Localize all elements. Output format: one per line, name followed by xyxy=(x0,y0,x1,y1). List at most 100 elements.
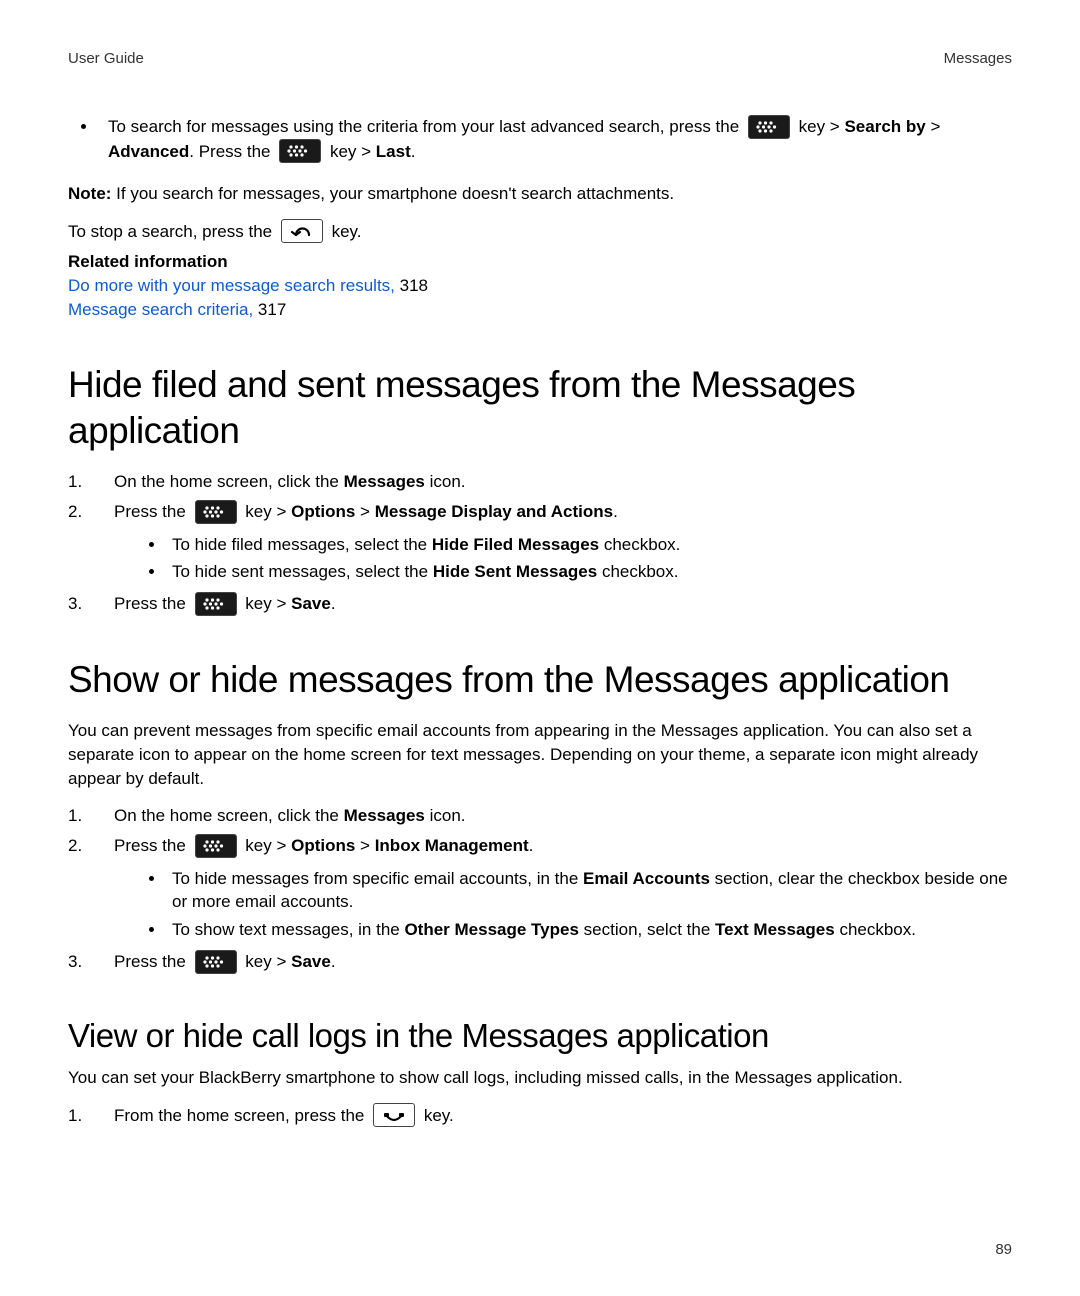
page-number: 89 xyxy=(995,1239,1012,1260)
text: Other Message Types xyxy=(404,920,578,939)
text: . xyxy=(331,952,336,971)
section-intro: You can prevent messages from specific e… xyxy=(68,719,1012,790)
sub-bullet-list: To hide messages from specific email acc… xyxy=(114,867,1012,942)
note-text: If you search for messages, your smartph… xyxy=(111,184,674,203)
bb-key-icon xyxy=(748,115,790,139)
text: . xyxy=(331,594,336,613)
text: On the home screen, click the xyxy=(114,806,344,825)
header-right: Messages xyxy=(944,48,1012,69)
section-heading-hide-filed-sent: Hide filed and sent messages from the Me… xyxy=(68,362,1012,455)
text: To show text messages, in the xyxy=(172,920,404,939)
related-item: Message search criteria, 317 xyxy=(68,298,1012,322)
text: Press the xyxy=(114,502,191,521)
text: Email Accounts xyxy=(583,869,710,888)
page: User Guide Messages To search for messag… xyxy=(0,0,1080,1296)
text: icon. xyxy=(425,472,466,491)
related-page: 318 xyxy=(395,276,428,295)
related-link[interactable]: Do more with your message search results… xyxy=(68,276,395,295)
text: Messages xyxy=(344,472,425,491)
text: Press the xyxy=(114,952,191,971)
sub-bullet-item: To show text messages, in the Other Mess… xyxy=(166,918,1012,942)
related-info: Related information Do more with your me… xyxy=(68,250,1012,321)
back-key-icon xyxy=(281,219,323,243)
related-item: Do more with your message search results… xyxy=(68,274,1012,298)
sub-bullet-item: To hide filed messages, select the Hide … xyxy=(166,533,1012,557)
note-label: Note: xyxy=(68,184,111,203)
steps-list: On the home screen, click the Messages i… xyxy=(68,470,1012,616)
text: Last xyxy=(376,142,411,161)
text: key > xyxy=(325,142,376,161)
text: On the home screen, click the xyxy=(114,472,344,491)
text: Message Display and Actions xyxy=(375,502,613,521)
top-bullet-list: To search for messages using the criteri… xyxy=(68,115,1012,164)
text: Inbox Management xyxy=(375,836,529,855)
text: Press the xyxy=(114,594,191,613)
text: To hide sent messages, select the xyxy=(172,562,433,581)
text: Messages xyxy=(344,806,425,825)
text: key > xyxy=(241,952,292,971)
section-heading-view-hide-call-logs: View or hide call logs in the Messages a… xyxy=(68,1015,1012,1056)
related-link[interactable]: Message search criteria, xyxy=(68,300,253,319)
stop-search-line: To stop a search, press the key. xyxy=(68,220,1012,245)
text: key. xyxy=(419,1106,454,1125)
step-item: On the home screen, click the Messages i… xyxy=(68,804,1012,828)
text: key > xyxy=(241,836,292,855)
text: Options xyxy=(291,836,355,855)
text: icon. xyxy=(425,806,466,825)
section-intro: You can set your BlackBerry smartphone t… xyxy=(68,1066,1012,1090)
sub-bullet-item: To hide messages from specific email acc… xyxy=(166,867,1012,915)
text: checkbox. xyxy=(599,535,680,554)
text: Search by xyxy=(844,117,925,136)
text: . xyxy=(529,836,534,855)
text: To search for messages using the criteri… xyxy=(108,117,744,136)
text: Press the xyxy=(114,836,191,855)
text: Hide Sent Messages xyxy=(433,562,597,581)
header-left: User Guide xyxy=(68,48,144,69)
section-heading-show-hide-messages: Show or hide messages from the Messages … xyxy=(68,657,1012,703)
text: key > xyxy=(241,594,292,613)
text: To stop a search, press the xyxy=(68,222,277,241)
note-paragraph: Note: If you search for messages, your s… xyxy=(68,182,1012,206)
step-item: Press the key > Options > Inbox Manageme… xyxy=(68,834,1012,942)
text: . xyxy=(411,142,416,161)
text: Text Messages xyxy=(715,920,835,939)
sub-bullet-list: To hide filed messages, select the Hide … xyxy=(114,533,1012,585)
steps-list: On the home screen, click the Messages i… xyxy=(68,804,1012,974)
text: Advanced xyxy=(108,142,189,161)
text: From the home screen, press the xyxy=(114,1106,369,1125)
text: Save xyxy=(291,594,331,613)
header-row: User Guide Messages xyxy=(68,48,1012,69)
text: . Press the xyxy=(189,142,275,161)
bb-key-icon xyxy=(195,500,237,524)
text: To hide messages from specific email acc… xyxy=(172,869,583,888)
text: section, selct the xyxy=(579,920,715,939)
step-item: Press the key > Save. xyxy=(68,950,1012,975)
top-bullet-item: To search for messages using the criteri… xyxy=(98,115,1012,164)
text: Hide Filed Messages xyxy=(432,535,599,554)
text: . xyxy=(613,502,618,521)
bb-key-icon xyxy=(195,834,237,858)
step-item: Press the key > Options > Message Displa… xyxy=(68,500,1012,584)
related-heading: Related information xyxy=(68,250,1012,274)
call-key-icon xyxy=(373,1103,415,1127)
bb-key-icon xyxy=(195,592,237,616)
text: checkbox. xyxy=(835,920,916,939)
step-item: From the home screen, press the key. xyxy=(68,1104,1012,1129)
text: > xyxy=(926,117,941,136)
bb-key-icon xyxy=(279,139,321,163)
text: key > xyxy=(241,502,292,521)
text: To hide filed messages, select the xyxy=(172,535,432,554)
sub-bullet-item: To hide sent messages, select the Hide S… xyxy=(166,560,1012,584)
related-page: 317 xyxy=(253,300,286,319)
text: > xyxy=(355,502,374,521)
text: key > xyxy=(794,117,845,136)
text: key. xyxy=(327,222,362,241)
text: checkbox. xyxy=(597,562,678,581)
step-item: Press the key > Save. xyxy=(68,592,1012,617)
steps-list: From the home screen, press the key. xyxy=(68,1104,1012,1129)
text: > xyxy=(355,836,374,855)
text: Options xyxy=(291,502,355,521)
bb-key-icon xyxy=(195,950,237,974)
text: Save xyxy=(291,952,331,971)
step-item: On the home screen, click the Messages i… xyxy=(68,470,1012,494)
